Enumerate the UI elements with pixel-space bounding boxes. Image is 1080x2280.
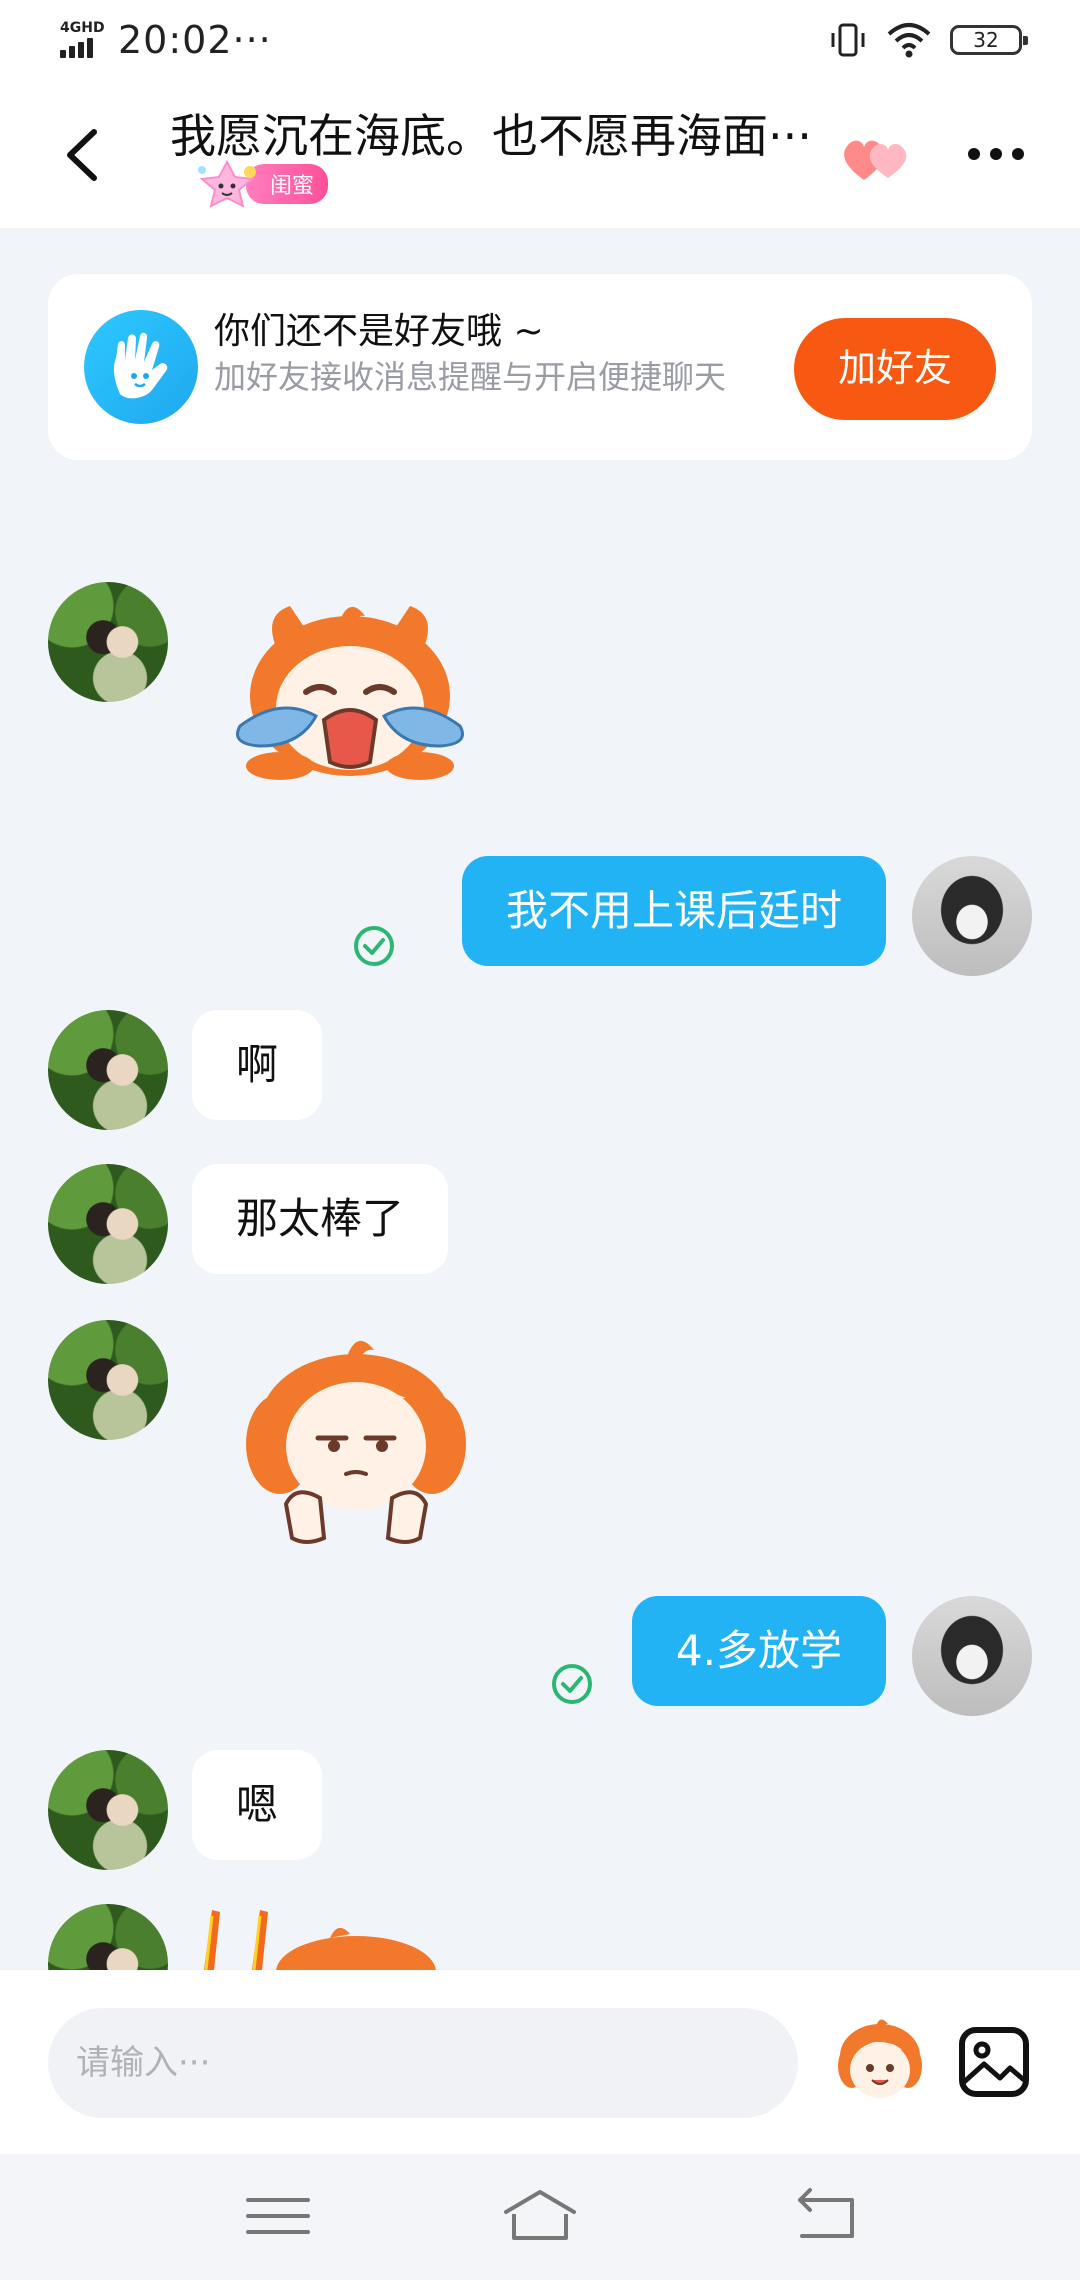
image-button[interactable]	[956, 2024, 1032, 2100]
message-bubble-received[interactable]: 嗯	[192, 1750, 323, 1860]
banner-title: 你们还不是好友哦 ~	[214, 311, 544, 352]
system-nav-bar	[0, 2154, 1080, 2280]
back-button[interactable]	[52, 120, 112, 190]
crying-sticker[interactable]	[220, 596, 480, 792]
relationship-tag[interactable]: 闺蜜	[192, 158, 329, 210]
back-nav-button[interactable]	[786, 2186, 866, 2246]
status-bar: 4GHD 20:02··· 32	[0, 0, 1080, 80]
add-friend-banner: 你们还不是好友哦 ~ 加好友接收消息提醒与开启便捷聊天 加好友	[48, 274, 1032, 460]
home-nav-button[interactable]	[500, 2186, 580, 2246]
wifi-icon	[887, 23, 931, 58]
star-icon	[198, 159, 256, 208]
message-input[interactable]	[48, 2008, 798, 2118]
wave-hand-icon	[84, 310, 198, 424]
message-bubble-received[interactable]: 那太棒了	[192, 1164, 449, 1274]
network-type: 4GHD	[60, 20, 105, 36]
chat-title[interactable]: 我愿沉在海底。也不愿再海面···	[170, 100, 840, 166]
add-friend-button[interactable]: 加好友	[794, 318, 996, 420]
intimacy-hearts-icon[interactable]	[838, 128, 918, 188]
contact-avatar[interactable]	[48, 1010, 168, 1130]
signal-icon: 4GHD	[60, 20, 106, 58]
my-avatar[interactable]	[912, 1596, 1032, 1716]
read-check-icon	[354, 926, 394, 966]
message-bubble-received[interactable]: 啊	[192, 1010, 323, 1120]
read-check-icon	[552, 1664, 592, 1704]
contact-avatar[interactable]	[48, 1164, 168, 1284]
chat-header: 我愿沉在海底。也不愿再海面··· 闺蜜	[0, 80, 1080, 228]
contact-avatar[interactable]	[48, 1320, 168, 1440]
battery-icon: 32	[950, 25, 1028, 55]
my-avatar[interactable]	[912, 856, 1032, 976]
input-bar	[0, 1970, 1080, 2154]
message-bubble-sent[interactable]: 4.多放学	[631, 1596, 886, 1706]
sticker-button[interactable]	[830, 2010, 930, 2110]
more-options-button[interactable]	[966, 142, 1026, 166]
menu-nav-button[interactable]	[238, 2186, 318, 2246]
vibrate-icon	[831, 23, 865, 57]
partial-sticker[interactable]	[190, 1906, 440, 1970]
status-time: 20:02···	[118, 18, 272, 62]
message-bubble-sent[interactable]: 我不用上课后廷时	[461, 856, 886, 966]
battery-level: 32	[973, 28, 999, 52]
contact-avatar[interactable]	[48, 1750, 168, 1870]
contact-avatar[interactable]	[48, 582, 168, 702]
banner-description: 加好友接收消息提醒与开启便捷聊天	[214, 358, 727, 396]
unimpressed-sticker[interactable]	[236, 1334, 476, 1554]
